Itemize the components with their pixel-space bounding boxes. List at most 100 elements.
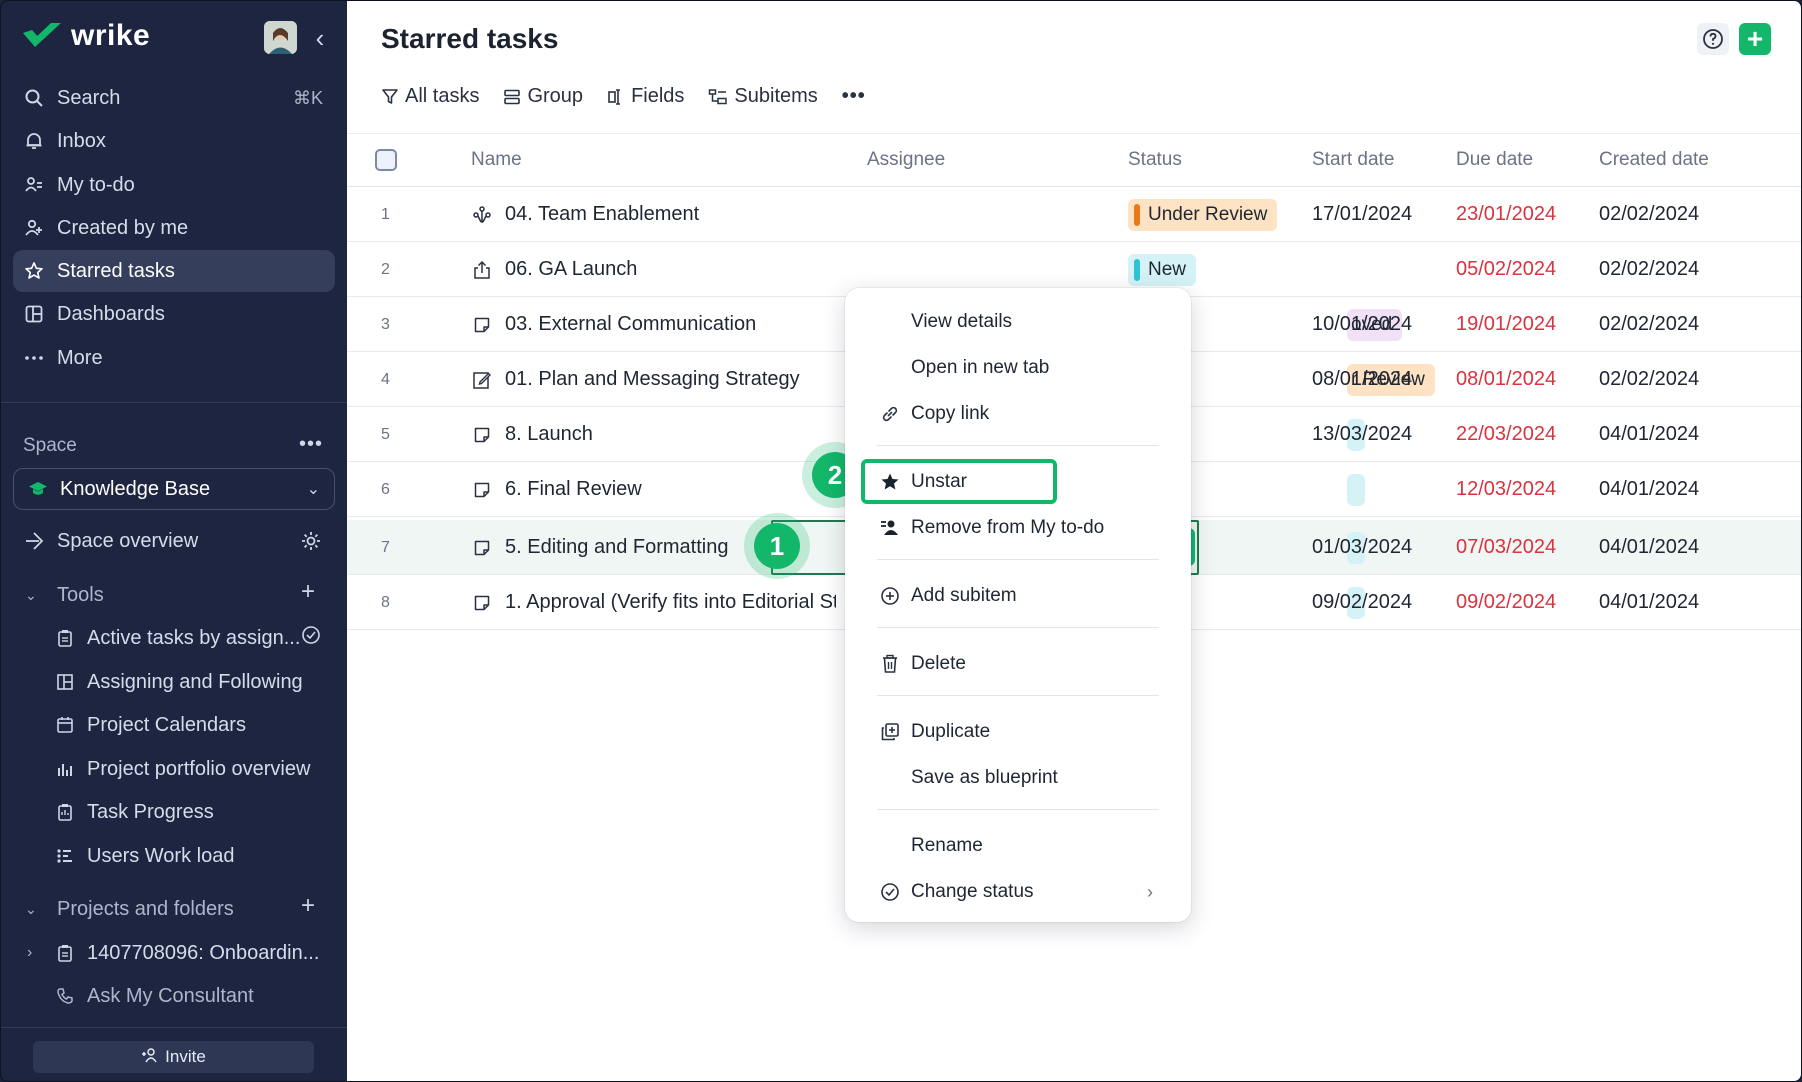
due-date[interactable]: 05/02/2024 <box>1456 242 1556 297</box>
task-name[interactable]: 6. Final Review <box>471 462 836 517</box>
brand-name: wrike <box>71 19 151 52</box>
fields-button[interactable]: Fields <box>607 85 684 108</box>
tool-item[interactable]: Project Calendars <box>55 706 325 744</box>
task-name[interactable]: 04. Team Enablement <box>471 187 836 242</box>
menu-item-save-as-blueprint[interactable]: Save as blueprint <box>845 756 1191 800</box>
start-date[interactable]: 13/03/2024 <box>1312 407 1412 462</box>
invite-button[interactable]: Invite <box>33 1041 314 1073</box>
dashboard-icon <box>23 303 45 325</box>
add-user-icon <box>141 1047 159 1068</box>
nav-created-by-me[interactable]: Created by me <box>13 207 335 249</box>
table-header: Name Assignee Status Start date Due date… <box>347 133 1801 187</box>
menu-item-duplicate[interactable]: Duplicate <box>845 710 1191 754</box>
status-color-bar <box>1134 259 1140 281</box>
due-date[interactable]: 09/02/2024 <box>1456 575 1556 630</box>
wrike-check-icon <box>23 23 61 47</box>
workload-icon <box>55 846 75 866</box>
projects-section-toggle[interactable]: ⌄ Projects and folders <box>25 890 234 928</box>
tool-item[interactable]: Task Progress <box>55 793 325 831</box>
column-header-status[interactable]: Status <box>1128 149 1182 171</box>
menu-item-copy-link[interactable]: Copy link <box>845 392 1191 436</box>
task-name[interactable]: 06. GA Launch <box>471 242 836 297</box>
wrike-logo[interactable]: wrike <box>21 19 150 53</box>
menu-separator <box>877 559 1159 560</box>
column-header-start-date[interactable]: Start date <box>1312 149 1394 171</box>
help-icon <box>1703 29 1723 49</box>
star-filled-icon <box>879 471 901 493</box>
add-task-button[interactable]: + <box>1739 23 1771 55</box>
menu-item-unstar[interactable]: Unstar <box>845 460 1191 504</box>
tools-section-toggle[interactable]: ⌄ Tools <box>25 576 104 614</box>
task-name[interactable]: 03. External Communication <box>471 297 836 352</box>
column-header-created-date[interactable]: Created date <box>1599 149 1709 171</box>
due-date[interactable]: 12/03/2024 <box>1456 462 1556 517</box>
menu-item-add-subitem[interactable]: Add subitem <box>845 574 1191 618</box>
filter-icon <box>382 88 398 104</box>
task-name-label: 06. GA Launch <box>505 258 638 280</box>
sidebar-divider <box>1 1027 347 1028</box>
tool-item[interactable]: Assigning and Following <box>55 663 325 701</box>
filter-all-tasks-button[interactable]: All tasks <box>381 85 479 108</box>
due-date[interactable]: 23/01/2024 <box>1456 187 1556 242</box>
menu-item-view-details[interactable]: View details <box>845 300 1191 344</box>
tool-item[interactable]: Users Work load <box>55 837 325 875</box>
column-header-assignee[interactable]: Assignee <box>867 149 945 171</box>
nav-starred-tasks[interactable]: Starred tasks <box>13 250 335 292</box>
table-row[interactable]: 1 04. Team Enablement Under Review 17/01… <box>347 187 1801 242</box>
select-all-checkbox[interactable] <box>375 149 397 171</box>
due-date[interactable]: 22/03/2024 <box>1456 407 1556 462</box>
menu-item-remove-from-todo[interactable]: Remove from My to-do <box>845 506 1191 550</box>
status-badge[interactable]: Under Review <box>1128 199 1278 231</box>
status-badge[interactable] <box>1347 474 1365 506</box>
menu-item-delete[interactable]: Delete <box>845 642 1191 686</box>
column-header-due-date[interactable]: Due date <box>1456 149 1533 171</box>
group-button[interactable]: Group <box>503 85 583 108</box>
chevron-right-icon: › <box>1147 881 1153 902</box>
project-item[interactable]: › 1407708096: Onboardin... <box>27 934 319 972</box>
tool-item-label: Project portfolio overview <box>87 757 311 780</box>
start-date[interactable]: 01/03/2024 <box>1312 520 1412 575</box>
space-options-button[interactable]: ••• <box>299 433 323 456</box>
start-date[interactable]: 17/01/2024 <box>1312 187 1412 242</box>
task-name-label: 8. Launch <box>505 423 593 445</box>
nav-dashboards[interactable]: Dashboards <box>13 293 335 335</box>
space-selector[interactable]: Knowledge Base ⌄ <box>13 468 335 510</box>
subitems-button[interactable]: Subitems <box>708 85 818 108</box>
status-badge[interactable]: New <box>1128 254 1197 286</box>
due-date[interactable]: 08/01/2024 <box>1456 352 1556 407</box>
menu-item-rename[interactable]: Rename <box>845 824 1191 868</box>
nav-search[interactable]: Search ⌘K <box>13 77 335 119</box>
task-name[interactable]: 1. Approval (Verify fits into Editorial … <box>471 575 836 630</box>
search-shortcut: ⌘K <box>292 87 323 108</box>
space-overview[interactable]: Space overview <box>13 520 335 562</box>
due-date[interactable]: 07/03/2024 <box>1456 520 1556 575</box>
menu-item-label: Add subitem <box>911 585 1017 606</box>
tool-item[interactable]: Project portfolio overview <box>55 750 325 788</box>
created-date: 02/02/2024 <box>1599 258 1700 280</box>
nav-search-label: Search <box>57 86 121 109</box>
gear-icon[interactable] <box>300 530 322 557</box>
task-name-label: 04. Team Enablement <box>505 203 700 225</box>
add-tool-button[interactable]: + <box>301 580 315 604</box>
add-project-button[interactable]: + <box>301 894 315 918</box>
start-date[interactable]: 10/01/2024 <box>1312 297 1412 352</box>
toolbar-more-button[interactable]: ••• <box>842 85 866 108</box>
collapse-sidebar-button[interactable]: ‹ <box>307 23 333 53</box>
column-header-name[interactable]: Name <box>471 149 522 171</box>
start-date[interactable]: 09/02/2024 <box>1312 575 1412 630</box>
task-name[interactable]: 01. Plan and Messaging Strategy <box>471 352 836 407</box>
duplicate-icon <box>879 721 901 743</box>
help-button[interactable] <box>1697 23 1729 55</box>
nav-my-todo[interactable]: My to-do <box>13 164 335 206</box>
menu-item-open-new-tab[interactable]: Open in new tab <box>845 346 1191 390</box>
nav-inbox[interactable]: Inbox <box>13 120 335 162</box>
task-name-label: 01. Plan and Messaging Strategy <box>505 368 800 390</box>
start-date[interactable]: 08/01/2024 <box>1312 352 1412 407</box>
menu-item-change-status[interactable]: Change status › <box>845 870 1191 914</box>
due-date[interactable]: 19/01/2024 <box>1456 297 1556 352</box>
avatar[interactable] <box>264 21 297 54</box>
project-item[interactable]: Ask My Consultant <box>55 977 254 1015</box>
task-name[interactable]: 8. Launch <box>471 407 836 462</box>
nav-more[interactable]: More <box>13 337 335 379</box>
tool-item[interactable]: Active tasks by assign... <box>55 619 325 657</box>
